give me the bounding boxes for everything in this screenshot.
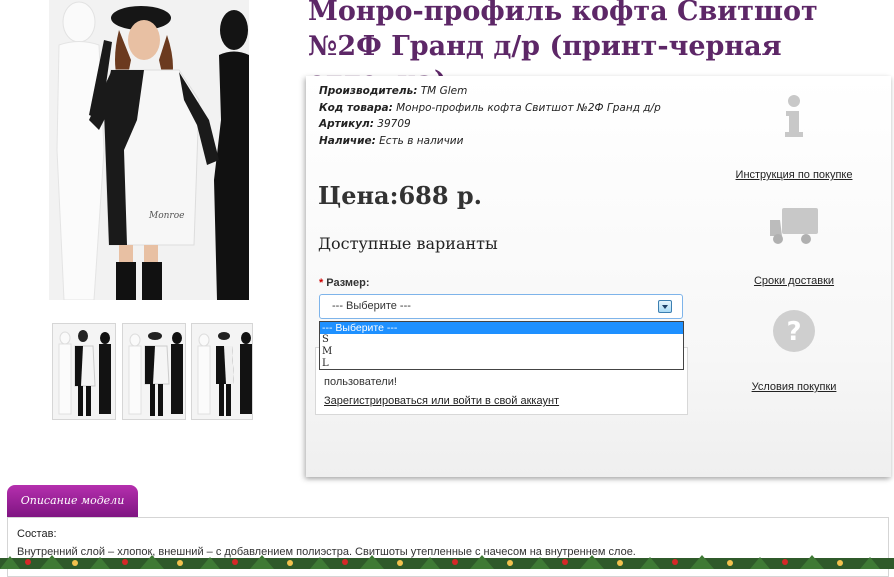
purchase-instructions-link[interactable]: Инструкция по покупке — [714, 169, 874, 181]
thumbnail-3[interactable] — [191, 323, 253, 420]
size-dropdown-list: --- Выберите --- S M L — [319, 321, 684, 370]
spec-label: Код товара: — [319, 101, 393, 114]
variants-heading: Доступные варианты — [318, 234, 498, 253]
product-photo-illustration: Monroe — [49, 0, 249, 300]
thumbnail-1[interactable] — [52, 323, 116, 420]
size-select-value: --- Выберите --- — [332, 300, 411, 312]
spec-manufacturer: Производитель: ТМ Glem — [319, 83, 684, 100]
spec-article: Артикул: 39709 — [319, 116, 684, 133]
size-label: * Размер: — [319, 277, 370, 289]
size-option-m[interactable]: M — [320, 346, 683, 358]
required-marker: * — [319, 277, 324, 289]
thumbnail-2[interactable] — [122, 323, 186, 420]
chevron-down-icon[interactable] — [658, 300, 672, 313]
delivery-terms-link[interactable]: Сроки доставки — [714, 275, 874, 287]
spec-value: Есть в наличии — [379, 134, 464, 147]
spec-product-code: Код товара: Монро-профиль кофта Свитшот … — [319, 100, 684, 117]
spec-label: Производитель: — [319, 85, 418, 97]
christmas-garland-decoration — [0, 555, 894, 569]
size-option-s[interactable]: S — [320, 334, 683, 346]
question-icon: ? — [714, 308, 874, 358]
description-heading: Состав: — [17, 528, 57, 540]
product-specs: Производитель: ТМ Glem Код товара: Монро… — [319, 83, 684, 149]
spec-value: ТМ Glem — [420, 85, 468, 97]
tab-model-description[interactable]: Описание модели — [7, 485, 138, 518]
spec-label: Наличие: — [319, 134, 376, 147]
spec-availability: Наличие: Есть в наличии — [319, 133, 684, 150]
login-notice-text: пользователи! — [324, 376, 397, 388]
size-option-placeholder[interactable]: --- Выберите --- — [320, 322, 683, 334]
product-info-panel: Производитель: ТМ Glem Код товара: Монро… — [306, 76, 891, 477]
truck-icon — [714, 206, 874, 250]
register-login-link[interactable]: Зарегистрироваться или войти в свой акка… — [324, 395, 559, 407]
spec-value: Монро-профиль кофта Свитшот №2Ф Гранд д/… — [396, 101, 661, 114]
tab-label: Описание модели — [20, 494, 125, 507]
product-price: Цена:688 р. — [318, 181, 483, 210]
spec-label: Артикул: — [319, 118, 374, 130]
spec-value: 39709 — [377, 118, 411, 130]
size-label-text: Размер: — [326, 277, 370, 289]
size-select[interactable]: --- Выберите --- — [319, 294, 683, 319]
info-icon — [714, 94, 874, 142]
purchase-terms-link[interactable]: Условия покупки — [714, 381, 874, 393]
main-product-photo[interactable]: Monroe — [49, 0, 249, 300]
thumbnail-image — [123, 324, 185, 419]
svg-text:Monroe: Monroe — [148, 211, 184, 221]
thumbnail-image — [192, 324, 252, 419]
svg-text:?: ? — [786, 317, 801, 347]
thumbnail-image — [53, 324, 115, 419]
size-option-l[interactable]: L — [320, 358, 683, 370]
